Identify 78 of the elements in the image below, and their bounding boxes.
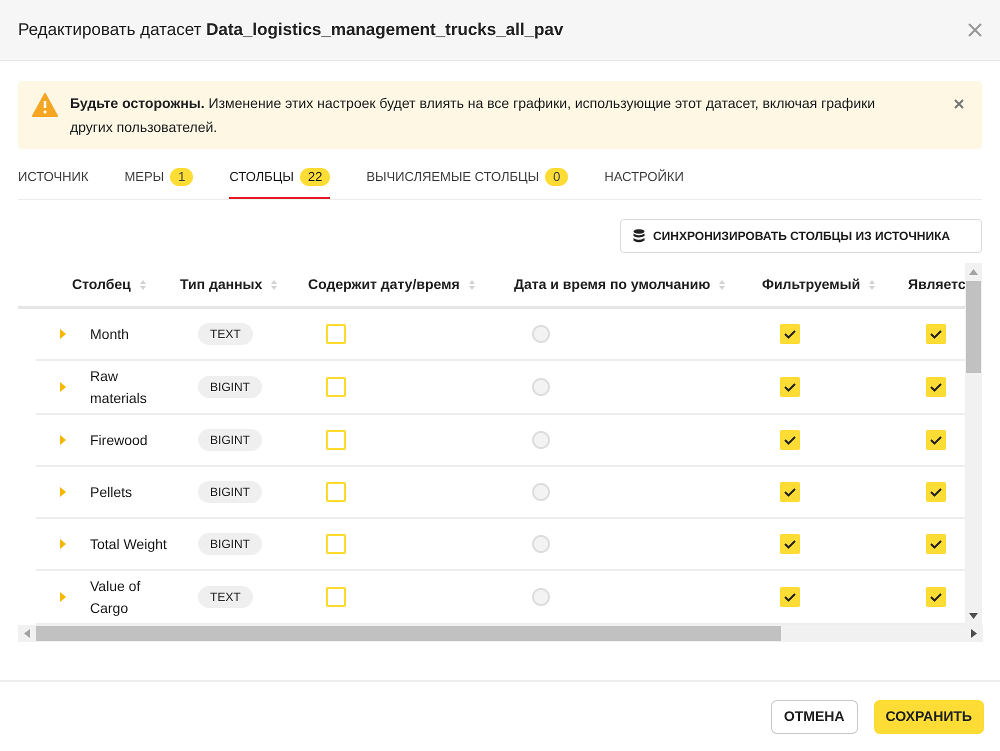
tab[interactable]: ИСТОЧНИК: [18, 157, 88, 199]
count-badge: 0: [545, 168, 568, 186]
scroll-down-icon[interactable]: [969, 613, 978, 619]
column-name: Pellets: [90, 483, 134, 502]
column-name: Raw materials: [90, 367, 148, 408]
radio-button[interactable]: [532, 483, 550, 501]
checkbox[interactable]: [326, 430, 346, 450]
expand-arrow-icon[interactable]: [60, 539, 66, 549]
checkbox[interactable]: [926, 430, 946, 450]
radio-button[interactable]: [532, 535, 550, 553]
checkbox[interactable]: [326, 482, 346, 502]
expand-arrow-icon[interactable]: [60, 592, 66, 602]
column-header: Столбец: [72, 275, 131, 294]
expand-arrow-icon[interactable]: [60, 382, 66, 392]
checkbox[interactable]: [780, 430, 800, 450]
sort-icon[interactable]: [138, 278, 147, 290]
column-header: Тип данных: [180, 275, 262, 294]
column-header: Содержит дату/время: [308, 275, 460, 294]
scrollbar-thumb[interactable]: [966, 281, 981, 373]
type-badge: BIGINT: [198, 533, 262, 555]
checkbox[interactable]: [326, 377, 346, 397]
close-icon[interactable]: [954, 99, 964, 109]
scrollbar-thumb[interactable]: [36, 626, 781, 641]
scroll-left-icon[interactable]: [24, 629, 30, 638]
radio-button[interactable]: [532, 325, 550, 343]
close-icon[interactable]: [968, 23, 982, 37]
type-badge: BIGINT: [198, 429, 262, 451]
radio-button[interactable]: [532, 431, 550, 449]
expand-arrow-icon[interactable]: [60, 435, 66, 445]
checkbox[interactable]: [326, 534, 346, 554]
tab[interactable]: СТОЛБЦЫ 22: [229, 157, 330, 199]
horizontal-scrollbar[interactable]: [18, 625, 983, 642]
column-name: Total Weight: [90, 535, 168, 554]
dialog-title: Редактировать датасет Data_logistics_management_trucks_all_pav: [18, 19, 564, 42]
warning-icon: [32, 93, 58, 117]
column-name: Month: [90, 325, 130, 344]
checkbox[interactable]: [926, 534, 946, 554]
checkbox[interactable]: [326, 324, 346, 344]
checkbox[interactable]: [780, 324, 800, 344]
sort-icon[interactable]: [270, 278, 278, 290]
scroll-up-icon[interactable]: [969, 269, 978, 275]
radio-button[interactable]: [532, 588, 550, 606]
checkbox[interactable]: [926, 324, 946, 344]
count-badge: 22: [300, 168, 330, 186]
save-button[interactable]: СОХРАНИТЬ: [874, 700, 984, 734]
tab[interactable]: ВЫЧИСЛЯЕМЫЕ СТОЛБЦЫ 0: [366, 157, 568, 199]
type-badge: BIGINT: [198, 481, 262, 503]
expand-arrow-icon[interactable]: [60, 487, 66, 497]
checkbox[interactable]: [926, 587, 946, 607]
cancel-button[interactable]: ОТМЕНА: [770, 700, 858, 734]
vertical-scrollbar[interactable]: [965, 263, 982, 625]
scroll-right-icon[interactable]: [971, 629, 977, 638]
checkbox[interactable]: [926, 377, 946, 397]
column-header: Являетс: [908, 275, 966, 294]
sort-icon[interactable]: [468, 278, 476, 290]
checkbox[interactable]: [780, 482, 800, 502]
sort-icon[interactable]: [868, 278, 876, 290]
column-name: Value of Cargo: [90, 577, 142, 618]
checkbox[interactable]: [926, 482, 946, 502]
column-header: Фильтруемый: [762, 275, 860, 294]
warning-text: Будьте осторожны. Изменение этих настроек будет влиять на все графики, использующие этот датасет, включая графики других пользователей.: [70, 94, 876, 137]
checkbox[interactable]: [326, 587, 346, 607]
column-header: Дата и время по умолчанию: [514, 275, 710, 294]
tab[interactable]: НАСТРОЙКИ: [604, 157, 684, 199]
type-badge: TEXT: [198, 586, 253, 608]
column-name: Firewood: [90, 431, 149, 450]
sync-columns-button[interactable]: СИНХРОНИЗИРОВАТЬ СТОЛБЦЫ ИЗ ИСТОЧНИКА: [620, 219, 982, 253]
type-badge: BIGINT: [198, 376, 262, 398]
type-badge: TEXT: [198, 323, 253, 345]
tab[interactable]: МЕРЫ 1: [124, 157, 194, 199]
count-badge: 1: [170, 168, 194, 186]
radio-button[interactable]: [532, 378, 550, 396]
checkbox[interactable]: [780, 377, 800, 397]
checkbox[interactable]: [780, 587, 800, 607]
sort-icon[interactable]: [718, 278, 726, 290]
expand-arrow-icon[interactable]: [60, 329, 66, 339]
checkbox[interactable]: [780, 534, 800, 554]
database-icon: [633, 229, 645, 243]
